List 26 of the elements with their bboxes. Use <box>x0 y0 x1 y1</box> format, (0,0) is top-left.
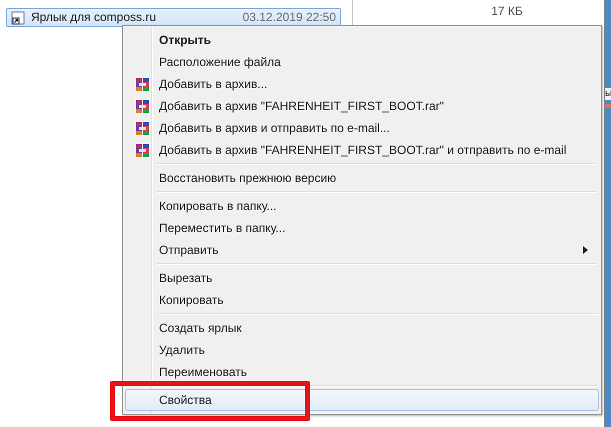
menu-item[interactable]: Копировать <box>125 289 599 311</box>
menu-item[interactable]: Добавить в архив... <box>125 73 599 95</box>
shortcut-icon <box>11 10 25 24</box>
menu-item[interactable]: Переименовать <box>125 361 599 383</box>
file-date: 03.12.2019 22:50 <box>242 11 336 24</box>
archive-icon <box>135 142 150 158</box>
archive-icon <box>135 120 150 136</box>
progress-stripe <box>605 104 611 108</box>
file-name: Ярлык для composs.ru <box>31 11 157 24</box>
menu-item[interactable]: Восстановить прежнюю версию <box>125 167 599 189</box>
menu-item[interactable]: Добавить в архив "FAHRENHEIT_FIRST_BOOT.rar" и отправить по e-mail <box>125 139 599 161</box>
menu-item[interactable]: Создать ярлык <box>125 317 599 339</box>
menu-item[interactable]: Добавить в архив "FAHRENHEIT_FIRST_BOOT.rar" <box>125 95 599 117</box>
menu-item[interactable]: Расположение файла <box>125 51 599 73</box>
menu-item[interactable]: Вырезать <box>125 267 599 289</box>
archive-icon <box>135 76 150 92</box>
menu-item[interactable]: Добавить в архив и отправить по e-mail... <box>125 117 599 139</box>
file-row[interactable]: Ярлык для composs.ru 03.12.2019 22:50 <box>6 8 341 27</box>
archive-icon <box>135 98 150 114</box>
file-size: 17 КБ <box>490 4 523 20</box>
menu-item[interactable]: Переместить в папку... <box>125 217 599 239</box>
menu-item[interactable]: Открыть <box>125 29 599 51</box>
menu-item[interactable]: Копировать в папку... <box>125 195 599 217</box>
menu-item[interactable]: Свойства <box>125 389 599 411</box>
menu-item[interactable]: Удалить <box>125 339 599 361</box>
menu-item[interactable]: Отправить <box>125 239 599 261</box>
